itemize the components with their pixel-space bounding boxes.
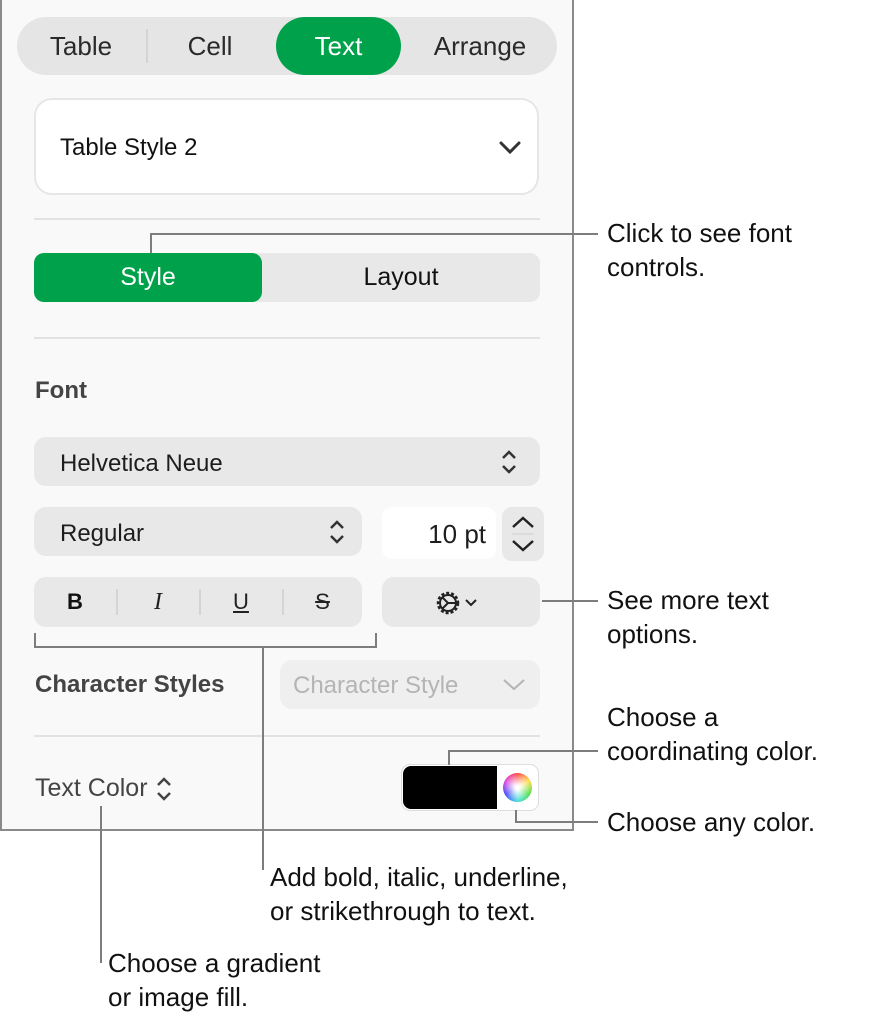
callout-text: See more text xyxy=(607,583,769,617)
callout-text: coordinating color. xyxy=(607,734,818,768)
coordinating-color-swatch[interactable] xyxy=(403,766,497,809)
tab-arrange[interactable]: Arrange xyxy=(409,17,551,75)
callout-text: Choose a gradient xyxy=(108,946,320,980)
table-style-dropdown[interactable]: Table Style 2 xyxy=(34,98,539,195)
callout-text: or strikethrough to text. xyxy=(270,894,568,928)
callout-line xyxy=(448,750,598,752)
style-tab[interactable]: Style xyxy=(34,253,262,302)
typeface-value: Regular xyxy=(60,520,144,548)
underline-button[interactable]: U xyxy=(200,577,282,627)
callout-any-color: Choose any color. xyxy=(607,805,815,839)
callout-bius: Add bold, italic, underline,or strikethr… xyxy=(270,860,568,928)
up-down-chevron-icon xyxy=(156,776,172,802)
tab-cell[interactable]: Cell xyxy=(147,17,273,75)
callout-font-controls: Click to see fontcontrols. xyxy=(607,216,792,284)
italic-button[interactable]: I xyxy=(117,577,199,627)
text-format-buttons: B I U S xyxy=(34,577,362,627)
callout-line xyxy=(515,821,598,823)
callout-text: Choose a xyxy=(607,700,818,734)
font-family-popup[interactable]: Helvetica Neue xyxy=(34,437,540,486)
character-style-popup[interactable]: Character Style xyxy=(280,660,540,709)
callout-line xyxy=(448,750,450,765)
strikethrough-button[interactable]: S xyxy=(283,577,362,627)
text-color-label: Text Color xyxy=(35,774,148,803)
callout-text: Add bold, italic, underline, xyxy=(270,860,568,894)
callout-text: or image fill. xyxy=(108,980,320,1014)
divider xyxy=(34,218,540,220)
up-down-chevron-icon xyxy=(329,519,345,545)
chevron-down-icon xyxy=(502,678,526,692)
font-section-label: Font xyxy=(35,377,87,405)
callout-text: options. xyxy=(607,617,769,651)
chevron-down-icon xyxy=(498,140,522,156)
callout-line xyxy=(100,806,102,963)
callout-line xyxy=(150,233,152,253)
advanced-options-button[interactable] xyxy=(382,577,540,627)
layout-tab[interactable]: Layout xyxy=(262,253,540,302)
tab-table[interactable]: Table xyxy=(17,17,145,75)
table-style-value: Table Style 2 xyxy=(60,134,197,162)
callout-text: controls. xyxy=(607,250,792,284)
text-color-popup[interactable]: Text Color xyxy=(35,774,172,803)
typeface-popup[interactable]: Regular xyxy=(34,507,362,556)
callout-coordinating-color: Choose acoordinating color. xyxy=(607,700,818,768)
callout-gradient: Choose a gradientor image fill. xyxy=(108,946,320,1014)
divider xyxy=(34,735,540,737)
color-wheel-icon[interactable] xyxy=(503,773,532,802)
callout-bracket xyxy=(34,646,377,648)
callout-text: Click to see font xyxy=(607,216,792,250)
font-family-value: Helvetica Neue xyxy=(60,450,223,478)
font-size-stepper[interactable] xyxy=(502,507,544,561)
color-well xyxy=(401,764,539,811)
callout-more-options: See more textoptions. xyxy=(607,583,769,651)
divider xyxy=(34,337,540,339)
callout-line xyxy=(150,233,598,235)
character-style-placeholder: Character Style xyxy=(293,672,458,700)
stepper-arrows-icon xyxy=(508,513,538,555)
style-layout-toggle: Style Layout xyxy=(34,253,540,302)
font-size-field[interactable]: 10 pt xyxy=(382,507,496,559)
gear-chevron-icon xyxy=(434,588,488,618)
up-down-chevron-icon xyxy=(501,449,517,475)
tab-text[interactable]: Text xyxy=(276,17,401,75)
character-styles-label: Character Styles xyxy=(35,671,224,699)
callout-line xyxy=(542,600,598,602)
inspector-tabs: Table Cell Text Arrange xyxy=(17,17,557,75)
font-size-value: 10 pt xyxy=(428,519,486,550)
bold-button[interactable]: B xyxy=(34,577,116,627)
callout-line xyxy=(262,646,264,870)
